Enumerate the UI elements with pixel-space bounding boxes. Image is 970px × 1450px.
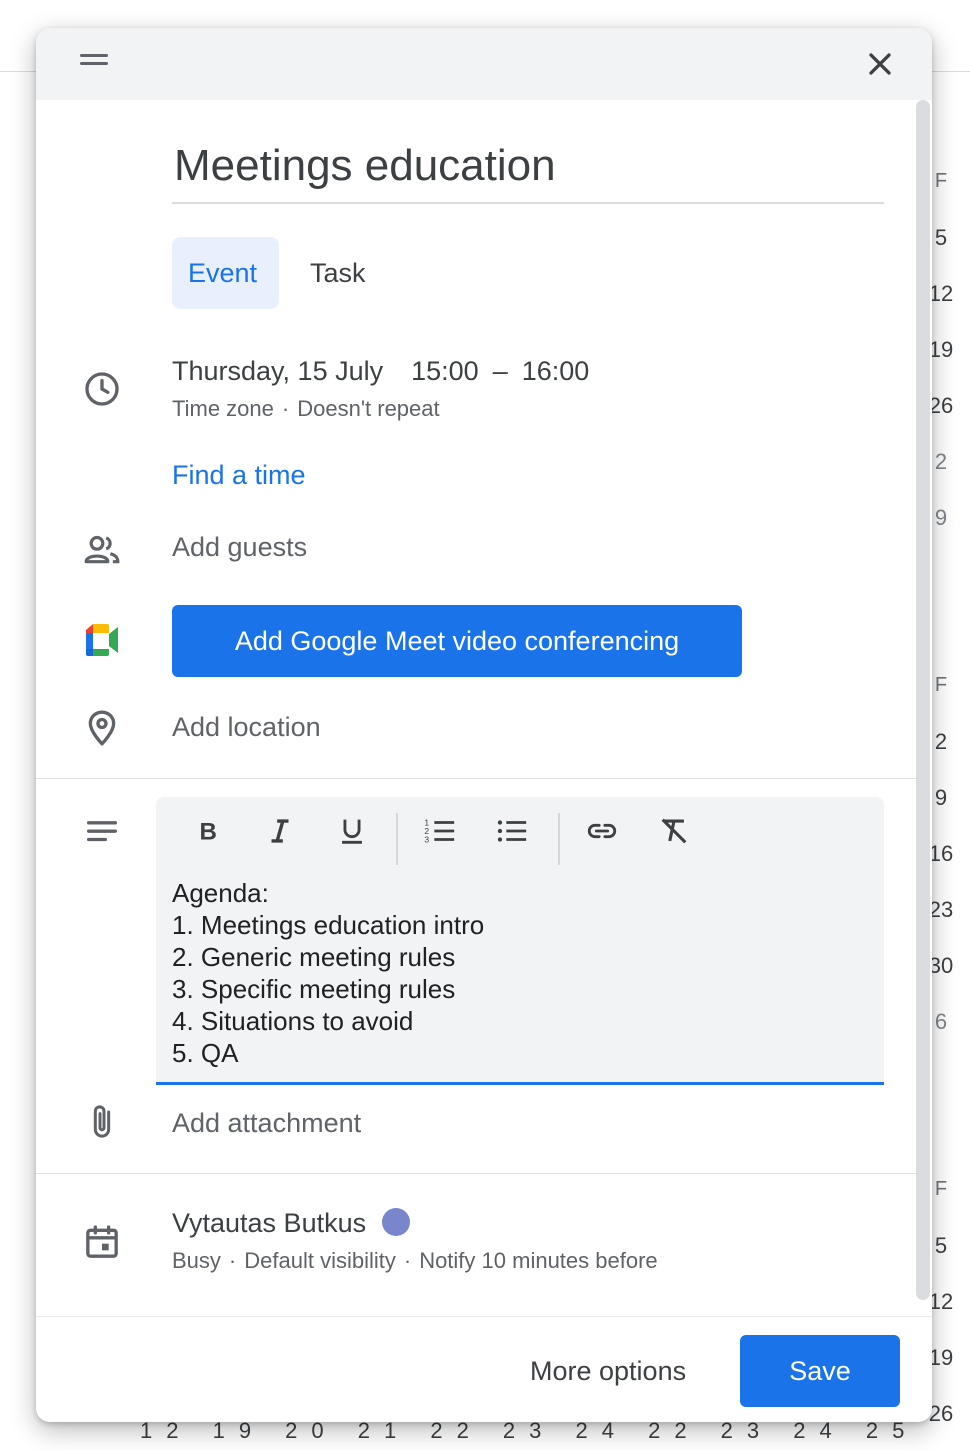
toolbar-separator: [558, 813, 560, 865]
underline-icon: [342, 819, 362, 844]
quick-event-dialog: Event Task Thursday, 15 July15:00–16:00 …: [36, 28, 932, 1422]
event-start-time[interactable]: 15:00: [411, 356, 479, 386]
more-options-button[interactable]: More options: [516, 1339, 700, 1403]
calendar-color-dot: [382, 1207, 411, 1236]
bold-button[interactable]: B: [186, 809, 230, 853]
repeat-link[interactable]: Doesn't repeat: [297, 396, 439, 421]
save-button[interactable]: Save: [740, 1335, 900, 1407]
time-zone-link[interactable]: Time zone: [172, 396, 274, 421]
event-datetime[interactable]: Thursday, 15 July 15:00–16:00: [172, 356, 589, 387]
bulleted-list-icon: [497, 820, 527, 842]
link-icon: [587, 823, 617, 839]
people-icon: [82, 530, 122, 570]
close-button[interactable]: [862, 46, 898, 82]
availability-status[interactable]: Busy: [172, 1248, 221, 1273]
dialog-footer: More options Save: [36, 1316, 932, 1422]
section-divider: [36, 1173, 916, 1174]
toolbar-separator: [396, 813, 398, 865]
close-icon: [869, 53, 891, 75]
underline-button[interactable]: [330, 809, 374, 853]
bold-icon: B: [200, 819, 217, 846]
add-location-input[interactable]: Add location: [172, 712, 321, 743]
separator-dot: ·: [403, 1248, 412, 1273]
numbered-list-button[interactable]: 123: [418, 809, 462, 853]
notification-setting[interactable]: Notify 10 minutes before: [419, 1248, 657, 1273]
calendar-icon: [82, 1222, 122, 1262]
add-google-meet-button[interactable]: Add Google Meet video conferencing: [172, 605, 742, 677]
time-separator: –: [492, 356, 508, 386]
event-settings-summary: Busy · Default visibility · Notify 10 minute…: [172, 1248, 658, 1274]
event-title-input[interactable]: [172, 140, 884, 204]
clock-icon: [82, 369, 122, 409]
dialog-header[interactable]: [36, 28, 932, 100]
tab-task[interactable]: Task: [294, 237, 382, 309]
event-date[interactable]: Thursday, 15 July: [172, 356, 383, 386]
svg-text:3: 3: [424, 834, 429, 844]
formatting-toolbar: B 123: [186, 809, 706, 865]
svg-text:B: B: [200, 819, 217, 846]
add-guests-input[interactable]: Add guests: [172, 532, 307, 563]
italic-icon: [271, 819, 289, 843]
insert-link-button[interactable]: [580, 809, 624, 853]
bulleted-list-button[interactable]: [490, 809, 534, 853]
clear-formatting-icon: [661, 818, 687, 844]
google-meet-icon: [82, 621, 122, 661]
drag-handle-icon[interactable]: [80, 54, 108, 68]
numbered-list-icon: 123: [424, 817, 455, 844]
separator-dot: ·: [228, 1248, 237, 1273]
datetime-options: Time zone · Doesn't repeat: [172, 396, 440, 422]
add-attachment-link[interactable]: Add attachment: [172, 1108, 361, 1139]
location-pin-icon: [82, 708, 122, 748]
separator-dot: ·: [281, 396, 290, 421]
clear-formatting-button[interactable]: [652, 809, 696, 853]
description-icon: [82, 812, 122, 852]
tab-event[interactable]: Event: [172, 237, 279, 309]
italic-button[interactable]: [258, 809, 302, 853]
calendar-owner[interactable]: Vytautas Butkus: [172, 1207, 411, 1239]
calendar-owner-name[interactable]: Vytautas Butkus: [172, 1208, 366, 1238]
description-editor[interactable]: B 123 Agenda: 1. Meetings education intr…: [156, 797, 884, 1085]
section-divider: [36, 778, 916, 779]
visibility-setting[interactable]: Default visibility: [244, 1248, 396, 1273]
event-end-time[interactable]: 16:00: [522, 356, 590, 386]
paperclip-icon: [82, 1102, 122, 1142]
description-text[interactable]: Agenda: 1. Meetings education intro 2. G…: [172, 877, 872, 1069]
find-a-time-link[interactable]: Find a time: [172, 460, 306, 491]
scrollbar-thumb[interactable]: [916, 100, 930, 1300]
